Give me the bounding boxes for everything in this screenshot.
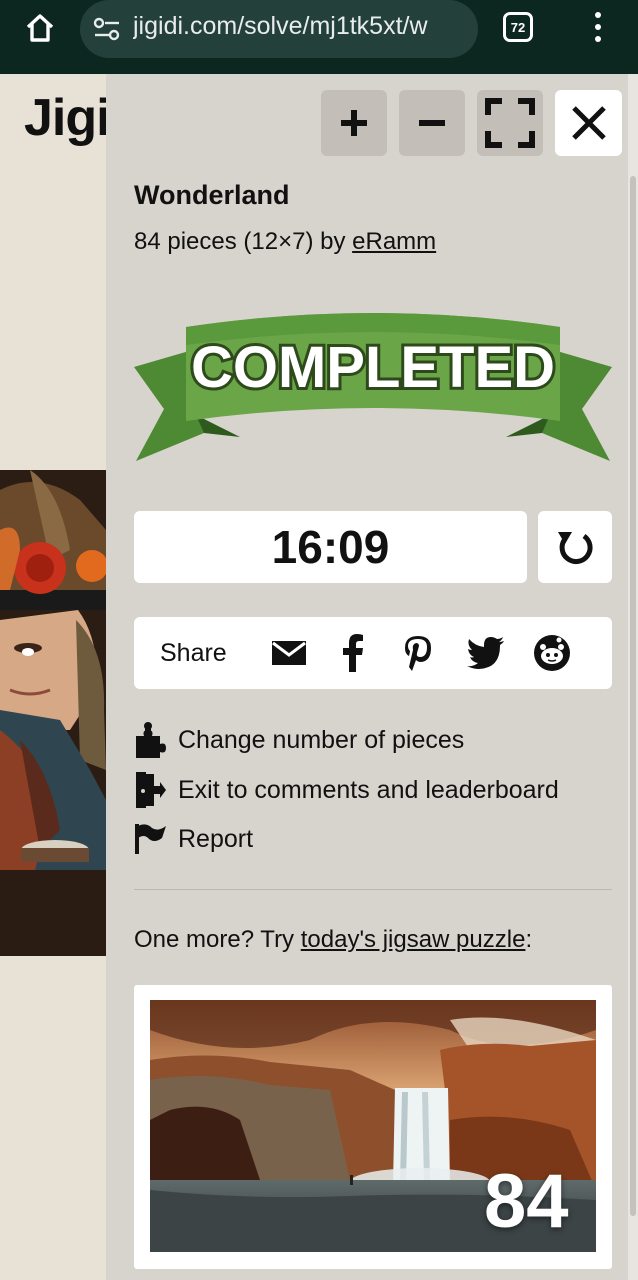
completed-banner: COMPLETED [134, 305, 612, 465]
share-label: Share [160, 639, 227, 667]
one-more-text: One more? Try today's jigsaw puzzle: [134, 926, 532, 954]
timer-display: 16:09 [134, 511, 527, 583]
scrollbar-thumb[interactable] [630, 176, 636, 1216]
section-divider [134, 889, 612, 890]
puzzle-meta-text: 84 pieces (12×7) by [134, 228, 353, 255]
facebook-icon[interactable] [333, 633, 373, 673]
zoom-out-button[interactable] [399, 90, 465, 156]
tab-switcher-button[interactable]: 72 [503, 12, 533, 42]
report-link[interactable]: Report [134, 819, 253, 859]
close-button[interactable] [555, 90, 622, 156]
zoom-in-button[interactable] [321, 90, 387, 156]
home-icon[interactable] [18, 8, 62, 48]
share-bar: Share [134, 617, 612, 689]
close-icon [571, 106, 606, 140]
author-link[interactable]: eRamm [352, 228, 436, 255]
piece-count-badge: 84 [484, 1159, 569, 1244]
puzzle-piece-icon [134, 720, 174, 760]
email-icon[interactable] [269, 633, 309, 673]
one-more-prefix: One more? Try [134, 926, 301, 953]
pinterest-icon[interactable] [398, 633, 438, 673]
todays-puzzle-link[interactable]: today's jigsaw puzzle [301, 926, 526, 953]
restart-icon [558, 532, 593, 565]
exit-to-comments-link[interactable]: Exit to comments and leaderboard [134, 770, 559, 810]
plus-icon [341, 110, 367, 136]
reddit-icon[interactable] [532, 633, 572, 673]
one-more-suffix: : [525, 926, 533, 953]
change-pieces-label: Change number of pieces [178, 725, 465, 754]
browser-toolbar: jigidi.com/solve/mj1tk5xt/w 72 [0, 0, 638, 74]
puzzle-meta: 84 pieces (12×7) by eRamm [134, 228, 436, 256]
minus-icon [419, 120, 445, 126]
fullscreen-button[interactable] [477, 90, 543, 156]
report-label: Report [178, 824, 254, 853]
completed-text: COMPLETED [191, 335, 555, 400]
puzzle-image [0, 470, 106, 956]
browser-menu-icon[interactable] [585, 10, 611, 44]
restart-button[interactable] [538, 511, 612, 583]
puzzle-title: Wonderland [134, 180, 290, 210]
fullscreen-icon [485, 98, 535, 148]
flag-icon [134, 819, 174, 859]
exit-door-icon [134, 770, 174, 810]
url-text[interactable]: jigidi.com/solve/mj1tk5xt/w [133, 12, 473, 41]
change-pieces-link[interactable]: Change number of pieces [134, 720, 464, 760]
exit-to-comments-label: Exit to comments and leaderboard [178, 775, 559, 804]
site-settings-icon[interactable] [92, 14, 122, 44]
twitter-icon[interactable] [466, 633, 506, 673]
